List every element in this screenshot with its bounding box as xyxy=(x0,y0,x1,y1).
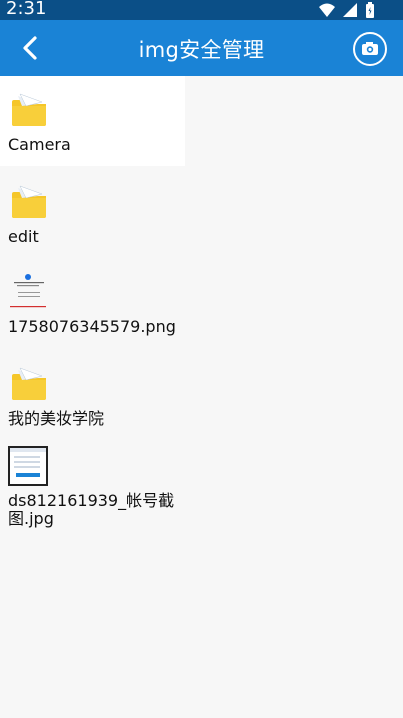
grid-item-label: ds812161939_帐号截图.jpg xyxy=(8,491,175,528)
app-bar: img安全管理 xyxy=(0,20,403,76)
battery-icon xyxy=(366,2,374,18)
grid-item-makeup-academy[interactable]: 我的美妆学院 xyxy=(0,350,185,440)
grid-item-label: 我的美妆学院 xyxy=(8,409,105,428)
folder-icon xyxy=(12,367,46,400)
page-title: img安全管理 xyxy=(138,38,265,62)
status-time: 2:31 xyxy=(6,0,47,19)
camera-button[interactable] xyxy=(353,32,387,66)
grid-item-label: Camera xyxy=(8,135,71,154)
grid-item-edit[interactable]: edit xyxy=(0,168,185,258)
signal-icon xyxy=(343,3,357,17)
grid-item-image-png[interactable]: 1758076345579.png xyxy=(0,258,185,348)
wifi-icon xyxy=(319,3,335,17)
image-thumbnail-icon xyxy=(8,272,48,312)
grid-item-camera[interactable]: Camera xyxy=(0,76,185,166)
status-bar: 2:31 xyxy=(0,0,403,20)
image-thumbnail-icon xyxy=(8,446,48,486)
camera-icon xyxy=(362,42,378,55)
status-icons xyxy=(319,2,375,18)
grid-item-label: edit xyxy=(8,227,39,246)
grid-item-image-jpg[interactable]: ds812161939_帐号截图.jpg xyxy=(0,432,185,528)
folder-icon xyxy=(12,93,46,126)
folder-icon xyxy=(12,185,46,218)
grid-item-label: 1758076345579.png xyxy=(8,317,176,336)
